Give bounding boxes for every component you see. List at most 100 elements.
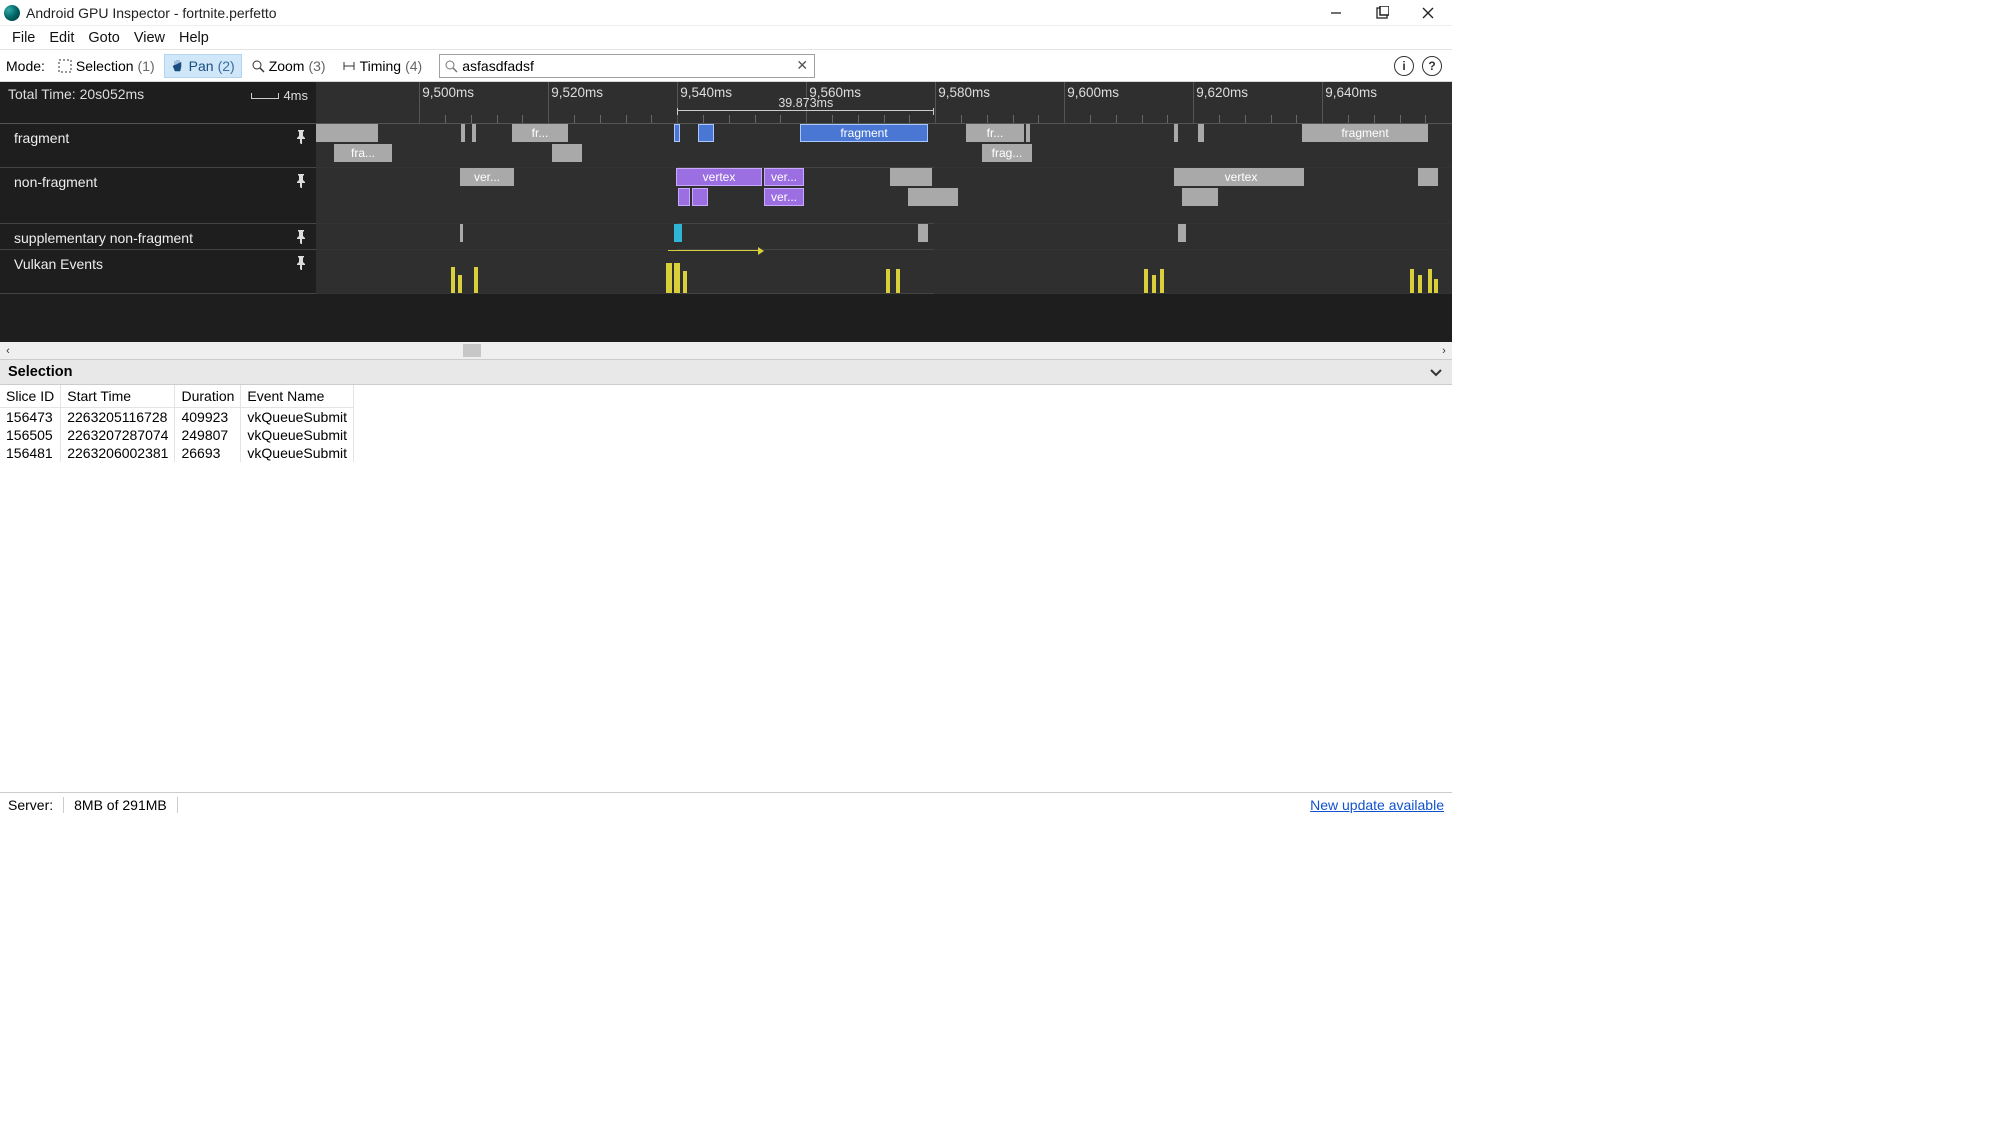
chevron-down-icon[interactable] [1428, 364, 1444, 380]
slice[interactable]: vertex [1178, 168, 1304, 186]
table-row[interactable]: 156481226320600238126693vkQueueSubmit [0, 444, 354, 462]
slice[interactable]: fra... [334, 144, 392, 162]
table-row[interactable]: 1565052263207287074249807vkQueueSubmit [0, 426, 354, 444]
col-event-name[interactable]: Event Name [241, 385, 354, 408]
scroll-thumb[interactable] [463, 344, 481, 357]
slice[interactable] [674, 224, 682, 242]
slice[interactable] [1418, 168, 1438, 186]
scroll-right-icon[interactable]: › [1436, 345, 1452, 357]
selection-header[interactable]: Selection [0, 359, 1452, 385]
slice[interactable] [918, 224, 928, 242]
slice[interactable] [552, 144, 582, 162]
info-icon[interactable]: i [1394, 56, 1414, 76]
track-vulkan-events[interactable]: Vulkan Events [0, 250, 1452, 294]
ruler-scale: 4ms [251, 88, 308, 103]
zoom-icon [251, 59, 265, 73]
help-icon[interactable]: ? [1422, 56, 1442, 76]
track-fragment[interactable]: fragment fr... fragment fr... [0, 124, 1452, 168]
pin-icon[interactable] [296, 174, 306, 188]
slice[interactable]: ver... [764, 188, 804, 206]
status-bar: Server: 8MB of 291MB New update availabl… [0, 792, 1452, 816]
slice[interactable] [316, 124, 378, 142]
slice-vertex[interactable]: vertex [676, 168, 762, 186]
slice[interactable] [890, 168, 932, 186]
menu-edit[interactable]: Edit [43, 28, 80, 48]
mode-pan-shortcut: (2) [218, 58, 235, 74]
slice[interactable]: ver... [460, 168, 514, 186]
event-bar[interactable] [674, 263, 680, 293]
event-bar[interactable] [451, 267, 455, 293]
search-icon [444, 59, 458, 73]
event-bar[interactable] [1428, 269, 1432, 293]
mode-timing[interactable]: Timing (4) [335, 54, 430, 78]
track-non-fragment[interactable]: non-fragment ver... vertex ver... vertex [0, 168, 1452, 224]
slice[interactable] [472, 124, 476, 142]
slice[interactable] [1026, 124, 1030, 142]
search-box[interactable]: ✕ [439, 54, 815, 78]
menu-file[interactable]: File [6, 28, 41, 48]
event-bar[interactable] [1410, 269, 1414, 293]
slice[interactable] [1198, 124, 1204, 142]
track-fragment-label: fragment [14, 130, 69, 146]
search-input[interactable] [462, 58, 794, 74]
slice[interactable]: fr... [512, 124, 568, 142]
slice[interactable] [678, 188, 690, 206]
slice-fragment[interactable]: fragment [800, 124, 928, 142]
selection-title: Selection [8, 364, 72, 380]
mode-zoom[interactable]: Zoom (3) [244, 54, 333, 78]
mode-timing-shortcut: (4) [405, 58, 422, 74]
slice[interactable] [698, 124, 714, 142]
slice[interactable] [1174, 124, 1178, 142]
menu-goto[interactable]: Goto [82, 28, 125, 48]
selection-table[interactable]: Slice ID Start Time Duration Event Name … [0, 385, 1452, 792]
mode-selection[interactable]: Selection (1) [51, 54, 162, 78]
pin-icon[interactable] [296, 130, 306, 144]
event-bar[interactable] [886, 269, 890, 293]
event-bar[interactable] [896, 269, 900, 293]
track-vulkan-label: Vulkan Events [14, 256, 103, 272]
scroll-left-icon[interactable]: ‹ [0, 345, 16, 357]
event-bar[interactable] [666, 263, 672, 293]
col-duration[interactable]: Duration [175, 385, 241, 408]
event-bar[interactable] [1434, 279, 1438, 293]
slice[interactable]: fr... [966, 124, 1024, 142]
col-start-time[interactable]: Start Time [61, 385, 175, 408]
slice[interactable] [908, 188, 958, 206]
timeline[interactable]: Total Time: 20s052ms 4ms 9,500ms9,520ms9… [0, 82, 1452, 359]
timeline-ruler[interactable]: Total Time: 20s052ms 4ms 9,500ms9,520ms9… [0, 82, 1452, 124]
menu-help[interactable]: Help [173, 28, 215, 48]
event-bar[interactable] [1160, 269, 1164, 293]
mode-pan[interactable]: Pan (2) [164, 54, 242, 78]
event-span [668, 250, 760, 251]
search-clear-icon[interactable]: ✕ [794, 57, 810, 74]
track-supplementary-label: supplementary non-fragment [14, 230, 193, 246]
event-bar[interactable] [683, 271, 687, 293]
timeline-scrollbar[interactable]: ‹ › [0, 342, 1452, 359]
slice[interactable] [674, 124, 680, 142]
slice[interactable]: frag... [982, 144, 1032, 162]
col-slice-id[interactable]: Slice ID [0, 385, 61, 408]
pin-icon[interactable] [296, 230, 306, 244]
slice[interactable] [1178, 224, 1186, 242]
slice[interactable] [460, 224, 463, 242]
event-bar[interactable] [458, 275, 462, 293]
minimize-button[interactable] [1326, 3, 1346, 23]
slice[interactable] [461, 124, 465, 142]
maximize-button[interactable] [1372, 3, 1392, 23]
pin-icon[interactable] [296, 256, 306, 270]
timeline-tracks[interactable]: fragment fr... fragment fr... [0, 124, 1452, 294]
track-supplementary[interactable]: supplementary non-fragment [0, 224, 1452, 250]
close-button[interactable] [1418, 3, 1438, 23]
slice[interactable]: ver... [764, 168, 804, 186]
slice[interactable]: fragment [1302, 124, 1428, 142]
event-bar[interactable] [474, 267, 478, 293]
slice[interactable] [1182, 188, 1218, 206]
slice[interactable] [692, 188, 708, 206]
event-bar[interactable] [1152, 275, 1156, 293]
event-bar[interactable] [1418, 275, 1422, 293]
measure-label: 39.873ms [778, 96, 833, 110]
update-link[interactable]: New update available [1310, 797, 1444, 813]
table-row[interactable]: 1564732263205116728409923vkQueueSubmit [0, 408, 354, 427]
menu-view[interactable]: View [128, 28, 171, 48]
event-bar[interactable] [1144, 269, 1148, 293]
